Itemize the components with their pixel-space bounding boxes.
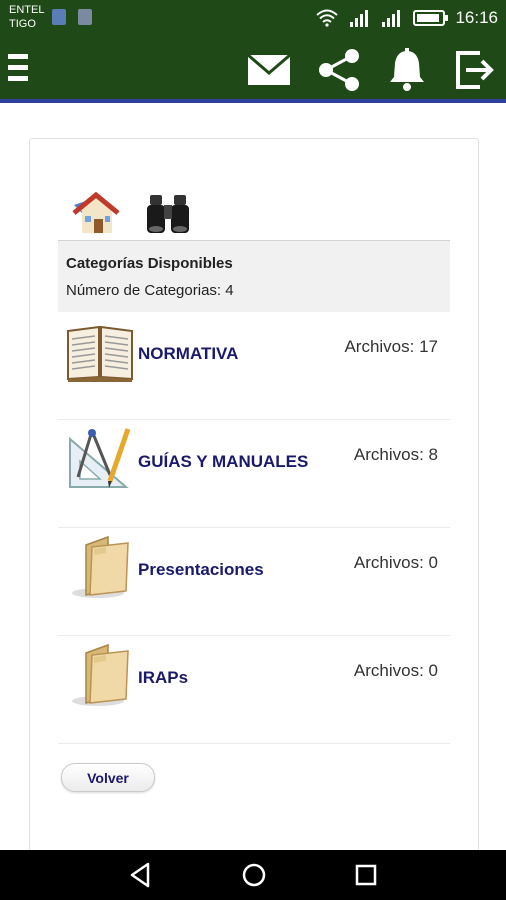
category-row-iraps[interactable]: IRAPs Archivos: 0 [58, 636, 450, 744]
categories-card: Categorías Disponibles Número de Categor… [29, 138, 479, 858]
wifi-icon [316, 9, 339, 27]
category-file-count: Archivos: 17 [344, 337, 438, 356]
category-file-count: Archivos: 8 [353, 445, 438, 464]
binoculars-icon[interactable] [144, 191, 192, 237]
status-bar: ENTEL TIGO 16:16 [0, 0, 506, 35]
category-name: IRAPs [138, 668, 189, 687]
category-row-guias[interactable]: GUÍAS Y MANUALES Archivos: 8 [58, 420, 450, 528]
logout-icon[interactable] [452, 47, 498, 93]
carrier-name: ENTEL TIGO [9, 4, 45, 30]
drafting-tools-icon [69, 428, 131, 488]
info-title: Categorías Disponibles [66, 255, 233, 272]
category-file-count: Archivos: 0 [353, 553, 438, 572]
mail-icon[interactable] [246, 47, 292, 93]
back-triangle-icon[interactable] [127, 861, 155, 889]
clock: 16:16 [455, 8, 498, 27]
battery-icon [413, 10, 449, 26]
category-name: NORMATIVA [138, 344, 239, 363]
category-name: Presentaciones [138, 560, 264, 579]
category-count: Número de Categorias: 4 [66, 282, 234, 299]
category-name: GUÍAS Y MANUALES [138, 452, 309, 471]
book-icon [67, 325, 133, 382]
category-row-presentaciones[interactable]: Presentaciones Archivos: 0 [58, 528, 450, 636]
recents-square-icon[interactable] [352, 861, 380, 889]
app-bar [0, 35, 506, 103]
category-file-count: Archivos: 0 [353, 661, 438, 680]
folder-icon [72, 535, 129, 598]
sim-icon [52, 9, 66, 25]
categories-info-panel: Categorías Disponibles Número de Categor… [58, 240, 450, 312]
home-circle-icon[interactable] [240, 861, 268, 889]
folder-icon [72, 643, 129, 706]
system-nav-bar [0, 850, 506, 900]
back-button[interactable]: Volver [61, 763, 155, 792]
image-notification-icon [78, 9, 92, 25]
category-row-normativa[interactable]: NORMATIVA Archivos: 17 [58, 312, 450, 420]
bell-icon[interactable] [384, 47, 430, 93]
signal-icon [382, 10, 401, 27]
menu-icon[interactable] [8, 54, 30, 82]
signal-icon [350, 10, 369, 27]
home-icon[interactable] [72, 191, 120, 237]
share-icon[interactable] [316, 47, 362, 93]
